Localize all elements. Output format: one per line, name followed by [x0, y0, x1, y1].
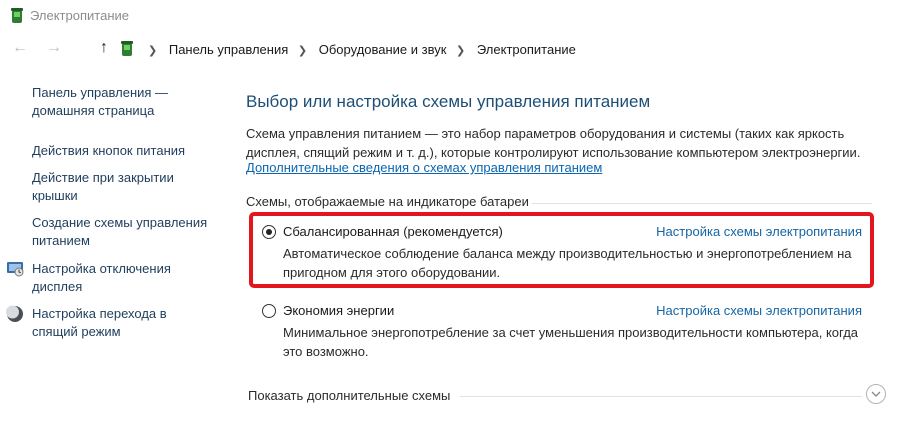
arrow-left-icon[interactable]: ← [10, 38, 30, 58]
chevron-right-icon: ❯ [456, 45, 466, 57]
plan-power-saver-description: Минимальное энергопотребление за счет ум… [283, 325, 859, 359]
sidebar-item-display-off[interactable]: Настройка отключения дисплея [32, 260, 212, 296]
chevron-right-icon: ❯ [148, 45, 158, 57]
arrow-up-icon[interactable]: ↑ [94, 38, 114, 58]
chevron-down-icon[interactable] [866, 384, 886, 404]
show-more-schemes-label[interactable]: Показать дополнительные схемы [248, 388, 450, 403]
sidebar-item-power-buttons[interactable]: Действия кнопок питания [32, 142, 212, 160]
window-title: Электропитание [30, 8, 129, 23]
more-info-link[interactable]: Дополнительные сведения о схемах управле… [246, 160, 602, 175]
page-title: Выбор или настройка схемы управления пит… [246, 92, 651, 111]
breadcrumb: ❯ Панель управления ❯ Оборудование и зву… [142, 42, 576, 57]
monitor-icon [7, 262, 24, 277]
sidebar-item-sleep[interactable]: Настройка перехода в спящий режим [32, 305, 212, 341]
title-bar: Электропитание [0, 0, 900, 32]
navigation-bar: ← → ↑ ❯ Панель управления ❯ Оборудование… [0, 34, 900, 64]
plan-power-saver-config-link[interactable]: Настройка схемы электропитания [656, 303, 862, 318]
group-divider [532, 203, 872, 204]
page-description: Схема управления питанием — это набор па… [246, 126, 861, 160]
power-options-icon [11, 8, 23, 23]
moon-icon [6, 305, 23, 322]
breadcrumb-control-panel[interactable]: Панель управления [169, 42, 288, 57]
arrow-right-icon[interactable]: → [44, 38, 64, 58]
breadcrumb-hardware-sound[interactable]: Оборудование и звук [319, 42, 447, 57]
more-schemes-divider [460, 396, 862, 397]
sidebar-item-create-plan[interactable]: Создание схемы управления питанием [32, 214, 212, 250]
sidebar-item-lid-close[interactable]: Действие при закрытии крышки [32, 169, 212, 205]
control-panel-icon [121, 41, 133, 56]
group-label: Схемы, отображаемые на индикаторе батаре… [246, 194, 529, 209]
chevron-right-icon: ❯ [297, 45, 308, 57]
sidebar-item-home[interactable]: Панель управления — домашняя страница [32, 84, 212, 120]
plan-power-saver-radio[interactable] [262, 304, 276, 318]
breadcrumb-power-options[interactable]: Электропитание [477, 42, 576, 57]
highlight-box [249, 212, 874, 288]
plan-power-saver-label[interactable]: Экономия энергии [283, 303, 394, 318]
